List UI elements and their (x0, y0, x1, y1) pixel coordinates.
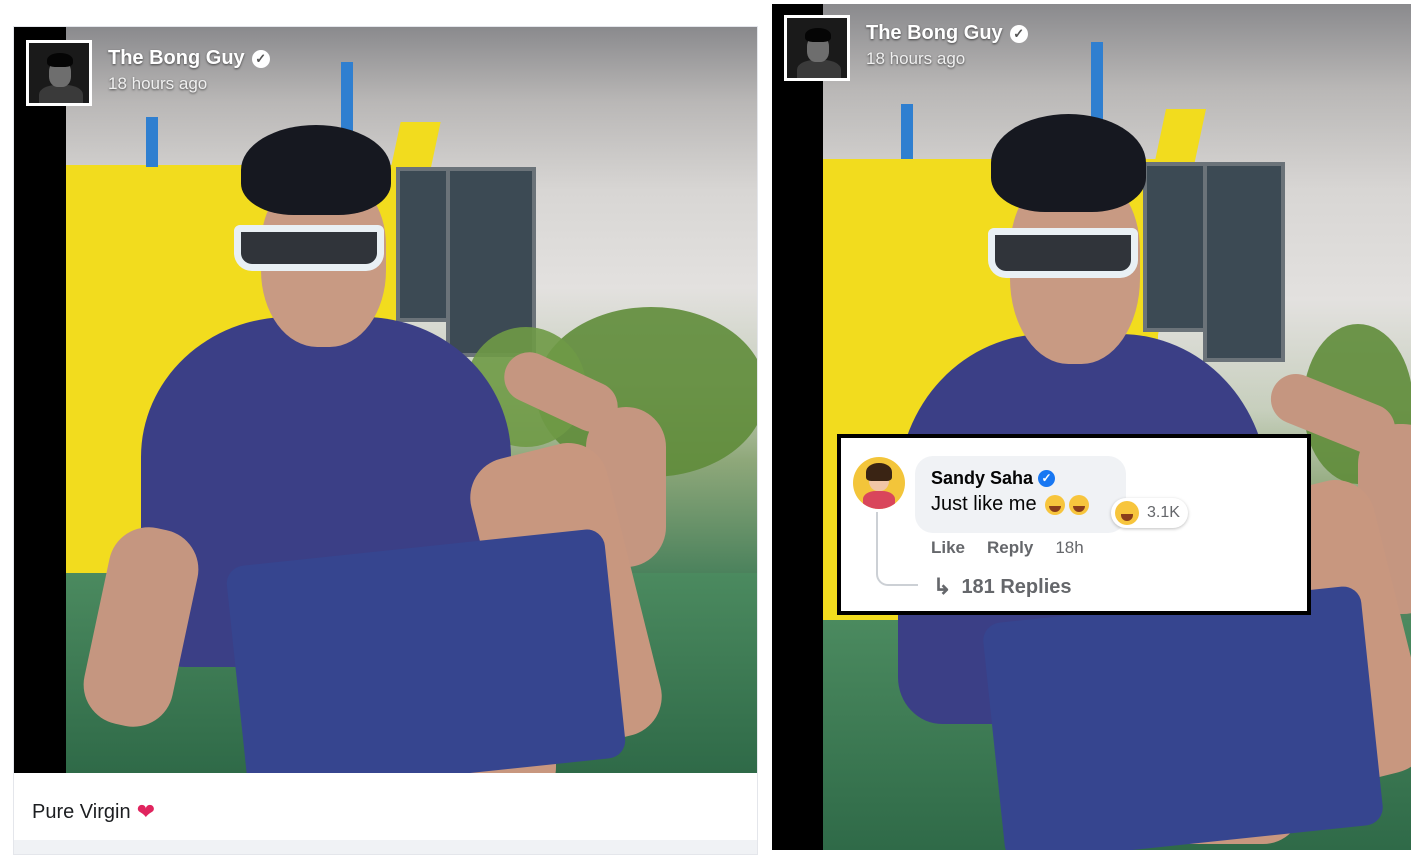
replies-count-label: 181 Replies (961, 575, 1072, 598)
view-replies-button[interactable]: ↳ 181 Replies (933, 574, 1072, 600)
caption-text: Pure Virgin (32, 800, 131, 823)
post-photo[interactable] (14, 27, 757, 773)
left-post-card: The Bong Guy ✓ 18 hours ago Pure Virgin … (13, 26, 758, 855)
author-avatar[interactable] (784, 15, 850, 81)
author-avatar[interactable] (26, 40, 92, 106)
haha-reaction-icon (1115, 501, 1139, 525)
thread-connector-line (876, 512, 918, 586)
verified-badge-icon: ✓ (1009, 24, 1028, 43)
card-bottom-divider (14, 840, 757, 854)
like-button[interactable]: Like (931, 538, 965, 558)
photo-scene (823, 4, 1411, 850)
comment-timestamp[interactable]: 18h (1055, 538, 1083, 558)
right-post-card: The Bong Guy ✓ 18 hours ago (772, 4, 1411, 850)
commenter-avatar[interactable] (853, 457, 905, 509)
post-caption: Pure Virgin ❤ (32, 799, 155, 825)
author-name[interactable]: The Bong Guy (866, 22, 1003, 45)
post-author-bar: The Bong Guy ✓ 18 hours ago (26, 40, 270, 106)
comment-actions: Like Reply 18h (931, 538, 1084, 558)
verified-badge-icon: ✓ (1038, 470, 1056, 487)
comment-bubble: Sandy Saha ✓ Just like me (915, 456, 1126, 533)
comment-text: Just like me (931, 493, 1037, 515)
laughing-tears-emoji-icon (1068, 494, 1089, 515)
reply-button[interactable]: Reply (987, 538, 1033, 558)
post-timestamp[interactable]: 18 hours ago (866, 49, 1028, 69)
laughing-tears-emoji-icon (1044, 494, 1065, 515)
reaction-count: 3.1K (1147, 504, 1180, 521)
verified-badge-icon: ✓ (251, 49, 270, 68)
reply-arrow-icon: ↳ (933, 574, 952, 599)
author-name[interactable]: The Bong Guy (108, 47, 245, 70)
post-author-bar: The Bong Guy ✓ 18 hours ago (784, 15, 1028, 81)
reaction-summary[interactable]: 3.1K (1111, 498, 1188, 528)
comment-card: Sandy Saha ✓ Just like me 3.1K Like Repl… (837, 434, 1311, 615)
post-timestamp[interactable]: 18 hours ago (108, 74, 270, 94)
post-photo[interactable] (772, 4, 1411, 850)
heart-icon: ❤ (136, 799, 156, 824)
photo-scene (66, 27, 757, 773)
commenter-name[interactable]: Sandy Saha (931, 468, 1033, 489)
